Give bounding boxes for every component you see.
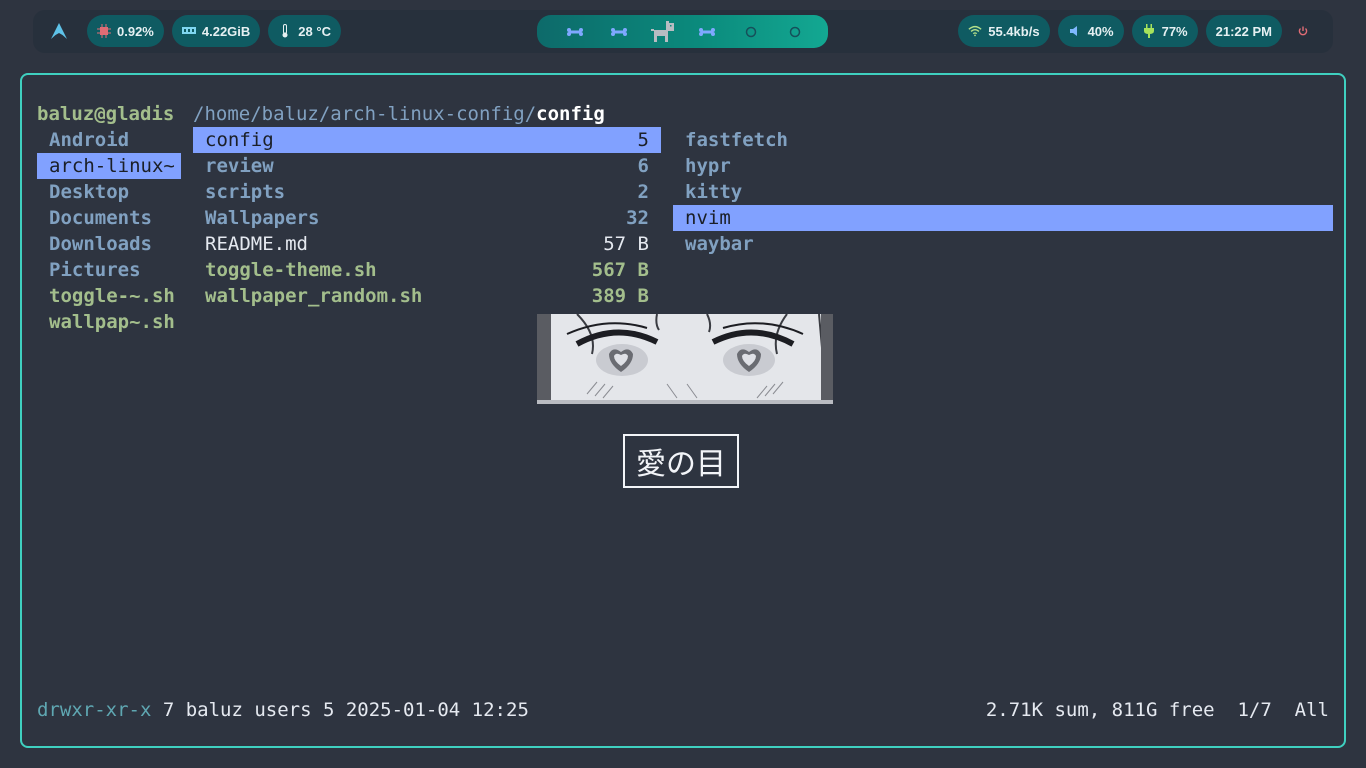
parent-entry[interactable]: Downloads <box>37 231 181 257</box>
file-name: review <box>205 155 274 177</box>
network-module[interactable]: 55.4kb/s <box>958 15 1050 47</box>
memory-icon <box>181 24 196 38</box>
power-icon[interactable] <box>1295 15 1311 47</box>
volume-value: 40% <box>1087 23 1114 39</box>
file-size: 32 <box>626 207 649 229</box>
preview-entry[interactable]: kitty <box>673 179 1333 205</box>
file-name: wallpaper_random.sh <box>205 285 423 307</box>
bar-right-modules: 55.4kb/s 40% 77% 21:22 PM <box>958 15 1282 47</box>
temperature-value: 28 °C <box>298 23 331 39</box>
parent-entry[interactable]: Documents <box>37 205 181 231</box>
status-permissions: drwxr-xr-x <box>37 699 152 721</box>
anime-eyes-image <box>537 314 833 404</box>
file-row[interactable]: README.md 57 B <box>193 231 661 257</box>
status-right: 2.71K sum, 811G free 1/7 All <box>985 699 1329 721</box>
file-name: toggle-theme.sh <box>205 259 377 281</box>
user-host: baluz@gladis <box>37 103 175 125</box>
battery-module[interactable]: 77% <box>1131 15 1198 47</box>
workspace-5-circle-icon[interactable] <box>729 15 773 48</box>
workspace-4-bone-icon[interactable] <box>685 15 729 48</box>
preview-caption: 愛の目 <box>623 434 739 488</box>
thermometer-icon <box>278 24 292 38</box>
file-name: README.md <box>205 233 308 255</box>
preview-entry-selected[interactable]: nvim <box>673 205 1333 231</box>
terminal-window[interactable]: baluz@gladis /home/baluz/arch-linux-conf… <box>20 73 1346 748</box>
speaker-icon <box>1068 24 1082 38</box>
plug-icon <box>1142 24 1156 38</box>
path-current-dir: config <box>536 103 605 125</box>
parent-entry[interactable]: wallpap~.sh <box>37 309 181 335</box>
top-bar: 0.92% 4.22GiB 28 °C 55.4kb/s 40% 77% 21:… <box>33 10 1333 53</box>
cpu-module[interactable]: 0.92% <box>87 15 164 47</box>
file-size: 6 <box>637 155 649 177</box>
workspace-2-bone-icon[interactable] <box>597 15 641 48</box>
clock-module[interactable]: 21:22 PM <box>1205 15 1282 47</box>
file-size: 57 B <box>603 233 649 255</box>
file-size: 567 B <box>591 259 649 281</box>
parent-entry[interactable]: Desktop <box>37 179 181 205</box>
file-row[interactable]: review 6 <box>193 153 661 179</box>
file-size: 5 <box>637 129 649 151</box>
workspaces <box>537 15 828 48</box>
file-size: 2 <box>637 181 649 203</box>
file-row[interactable]: toggle-theme.sh 567 B <box>193 257 661 283</box>
parent-entry[interactable]: toggle-~.sh <box>37 283 181 309</box>
file-row-selected[interactable]: config 5 <box>193 127 661 153</box>
file-size: 389 B <box>591 285 649 307</box>
file-name: Wallpapers <box>205 207 320 229</box>
network-value: 55.4kb/s <box>988 23 1040 39</box>
workspace-1-bone-icon[interactable] <box>553 15 597 48</box>
wifi-icon <box>968 24 982 38</box>
status-info: 7 baluz users 5 2025-01-04 12:25 <box>151 699 529 721</box>
file-name: config <box>205 129 274 151</box>
cpu-icon <box>97 24 111 38</box>
file-row[interactable]: wallpaper_random.sh 389 B <box>193 283 661 309</box>
workspace-3-dog-icon[interactable] <box>641 15 685 48</box>
memory-value: 4.22GiB <box>201 23 251 39</box>
parent-entry-selected[interactable]: arch-linux~ <box>37 153 181 179</box>
clock-value: 21:22 PM <box>1215 23 1272 39</box>
cpu-value: 0.92% <box>117 23 154 39</box>
file-row[interactable]: Wallpapers 32 <box>193 205 661 231</box>
parent-entry[interactable]: Android <box>37 127 181 153</box>
path-prefix: /home/baluz/arch-linux-config/ <box>193 103 537 125</box>
parent-entry[interactable]: Pictures <box>37 257 181 283</box>
preview-column: fastfetch hypr kitty nvim waybar <box>673 127 1333 257</box>
status-left: drwxr-xr-x 7 baluz users 5 2025-01-04 12… <box>37 697 529 723</box>
file-name: scripts <box>205 181 286 203</box>
preview-entry[interactable]: hypr <box>673 153 1333 179</box>
current-path: /home/baluz/arch-linux-config/config <box>193 101 605 127</box>
workspace-6-circle-icon[interactable] <box>773 15 817 48</box>
current-column: config 5 review 6 scripts 2 Wallpapers 3… <box>193 127 661 309</box>
temperature-module[interactable]: 28 °C <box>268 15 341 47</box>
arch-logo-icon[interactable] <box>39 15 79 47</box>
preview-entry[interactable]: fastfetch <box>673 127 1333 153</box>
battery-value: 77% <box>1161 23 1188 39</box>
memory-module[interactable]: 4.22GiB <box>171 15 261 47</box>
volume-module[interactable]: 40% <box>1057 15 1124 47</box>
file-row[interactable]: scripts 2 <box>193 179 661 205</box>
preview-entry[interactable]: waybar <box>673 231 1333 257</box>
parent-column: Android arch-linux~ Desktop Documents Do… <box>37 127 181 335</box>
bar-left-modules: 0.92% 4.22GiB 28 °C <box>39 15 341 47</box>
